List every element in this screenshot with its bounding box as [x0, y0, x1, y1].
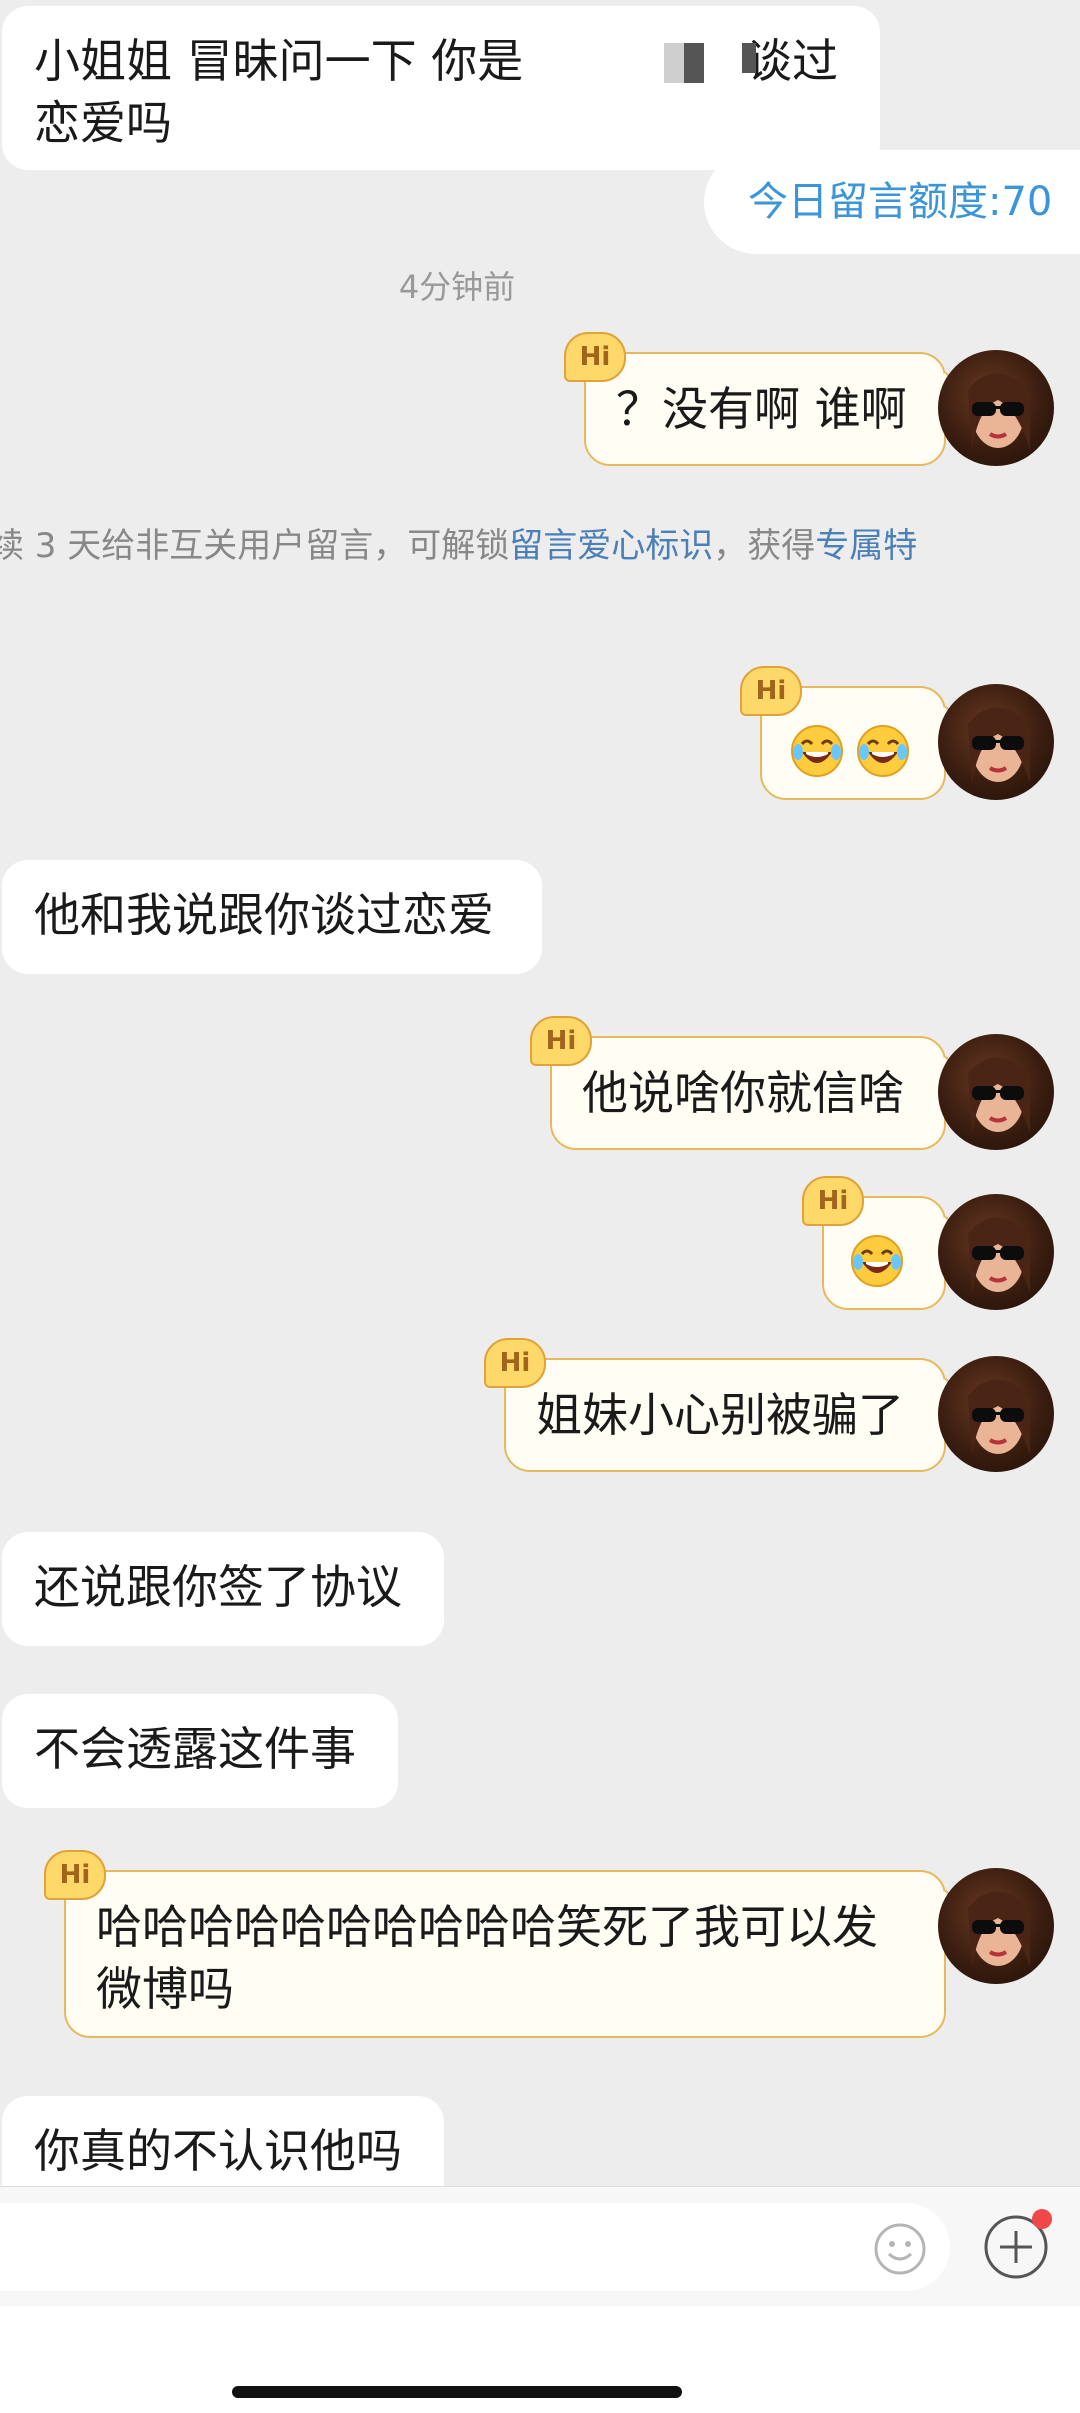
message-timestamp: 4分钟前 [398, 268, 516, 306]
avatar[interactable] [938, 1356, 1054, 1472]
outgoing-message[interactable]: Hi ？没有啊 谁啊 [564, 332, 961, 466]
notification-dot [1032, 2209, 1052, 2229]
hi-badge-icon: Hi [530, 1016, 592, 1066]
message-text: 还说跟你签了协议 [34, 1560, 402, 1614]
notice-text: ，获得 [713, 526, 816, 566]
message-input[interactable] [0, 2203, 950, 2291]
hi-badge-icon: Hi [802, 1176, 864, 1226]
outgoing-message[interactable]: Hi 😂😂 [740, 666, 961, 800]
message-text: 你真的不认识他吗 [34, 2124, 402, 2178]
hi-badge-icon: Hi [564, 332, 626, 382]
notice-text: 续 3 天给非互关用户留言，可解锁 [0, 526, 510, 566]
notice-link-exclusive[interactable]: 专属特 [815, 526, 917, 566]
message-text: 不会透露这件事 [34, 1722, 356, 1776]
message-text: 姐妹小心别被骗了 [536, 1388, 904, 1442]
message-text: ？没有啊 谁啊 [616, 382, 907, 436]
hi-badge-icon: Hi [484, 1338, 546, 1388]
laughing-tears-emoji-icon [791, 724, 843, 777]
avatar[interactable] [938, 350, 1054, 466]
message-text-tail: 谈过 [746, 34, 838, 88]
outgoing-message[interactable]: Hi 😂 [802, 1176, 961, 1310]
incoming-message[interactable]: 还说跟你签了协议 [2, 1532, 444, 1646]
outgoing-message[interactable]: Hi 他说啥你就信啥 [530, 1016, 961, 1150]
message-input-bar [0, 2186, 1080, 2307]
smiley-icon[interactable] [872, 2221, 928, 2277]
redaction-mosaic [742, 43, 756, 73]
laughing-tears-emoji-icon [851, 1234, 903, 1287]
message-text-line2: 微博吗 [96, 1962, 234, 2016]
incoming-message[interactable]: 小姐姐 冒昧问一下 你是 谈过 恋爱吗 [2, 6, 880, 170]
message-quota-badge: 今日留言额度:70 [704, 150, 1080, 254]
outgoing-message[interactable]: Hi 哈哈哈哈哈哈哈哈哈哈笑死了我可以发 微博吗 [44, 1850, 961, 2038]
system-notice: 续 3 天给非互关用户留言，可解锁留言爱心标识，获得专属特 [0, 518, 917, 567]
hi-badge-icon: Hi [740, 666, 802, 716]
message-text: 小姐姐 冒昧问一下 你是 [34, 34, 524, 88]
avatar[interactable] [938, 1034, 1054, 1150]
message-text-line2: 恋爱吗 [34, 96, 172, 150]
home-indicator[interactable] [232, 2386, 682, 2398]
bottom-safe-area [0, 2306, 1080, 2413]
notice-link-heart-badge[interactable]: 留言爱心标识 [509, 526, 713, 566]
chat-screen: 小姐姐 冒昧问一下 你是 谈过 恋爱吗 今日留言额度:70 4分钟前 Hi ？没… [0, 0, 1080, 2413]
incoming-message[interactable]: 不会透露这件事 [2, 1694, 398, 1808]
avatar[interactable] [938, 1868, 1054, 1984]
message-text: 他说啥你就信啥 [582, 1066, 904, 1120]
hi-badge-icon: Hi [44, 1850, 106, 1900]
laughing-tears-emoji-icon [857, 724, 909, 777]
redaction-mosaic [664, 43, 704, 83]
outgoing-message[interactable]: Hi 姐妹小心别被骗了 [484, 1338, 961, 1472]
message-text: 哈哈哈哈哈哈哈哈哈哈笑死了我可以发 [96, 1900, 878, 1954]
message-text: 他和我说跟你谈过恋爱 [34, 888, 494, 942]
avatar[interactable] [938, 1194, 1054, 1310]
incoming-message[interactable]: 他和我说跟你谈过恋爱 [2, 860, 542, 974]
avatar[interactable] [938, 684, 1054, 800]
